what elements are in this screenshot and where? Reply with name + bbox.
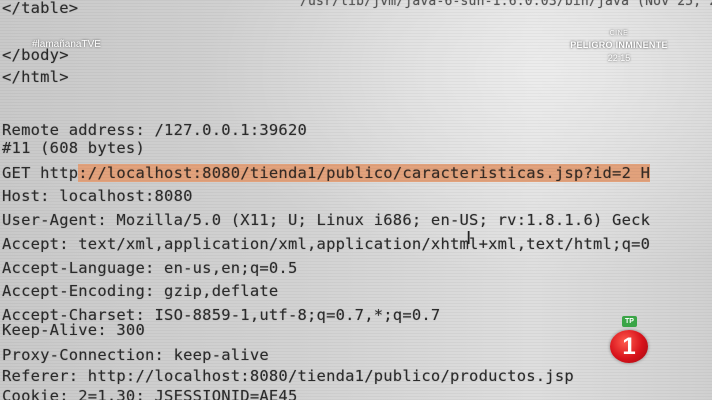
terminal-line-host: Host: localhost:8080 [2,187,193,205]
terminal-line-keep-alive: Keep-Alive: 300 [2,321,145,339]
promo-time: 22:15 [607,53,631,63]
terminal-line-table-close: </table> [2,0,79,17]
text-cursor-icon: Ι [466,228,472,249]
terminal-line-proxy-connection: Proxy-Connection: keep-alive [2,346,269,364]
terminal-line-remote-address: Remote address: /127.0.0.1:39620 [2,121,308,139]
top-partial-line: /usr/lib/jvm/java-6-sun-1.6.0.03/bin/jav… [300,0,712,9]
tv-screen-photo: /usr/lib/jvm/java-6-sun-1.6.0.03/bin/jav… [0,0,712,400]
terminal-line-accept-language: Accept-Language: en-us,en;q=0.5 [2,259,298,277]
tp-rating-badge: TP [622,316,637,327]
promo-banner: CINE PELIGRO INMINENTE 22:15 [560,30,678,63]
program-hashtag: #lamañanaTVE [32,39,101,50]
terminal-line-request-id: #11 (608 bytes) [2,139,145,157]
highlighted-url: ://localhost:8080/tienda1/publico/caract… [78,164,651,182]
terminal-line-cookie: Cookie: 2=1.30; JSESSIONID=AE45 [2,387,298,400]
promo-category: CINE [609,30,629,37]
terminal-line-html-close: </html> [2,68,69,86]
terminal-line-referer: Referer: http://localhost:8080/tienda1/p… [2,367,574,385]
terminal-line-user-agent: User-Agent: Mozilla/5.0 (X11; U; Linux i… [2,211,651,229]
terminal-line-get-request: GET http://localhost:8080/tienda1/public… [2,164,651,182]
get-prefix: GET http [2,164,79,182]
channel-logo-icon: 1 [610,330,648,363]
terminal-line-accept-encoding: Accept-Encoding: gzip,deflate [2,282,279,300]
promo-title: PELIGRO INMINENTE [570,40,668,50]
terminal-line-accept: Accept: text/xml,application/xml,applica… [2,235,651,253]
